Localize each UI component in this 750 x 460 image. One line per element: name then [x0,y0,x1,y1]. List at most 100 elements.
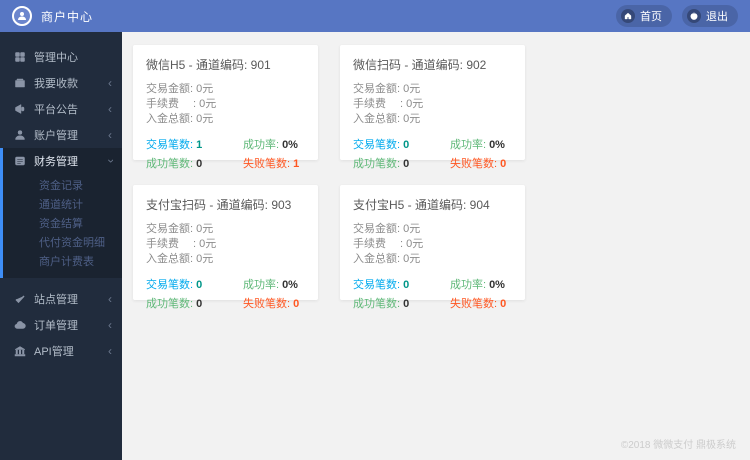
sidebar-item-collect[interactable]: 我要收款 [0,70,122,96]
submenu-item-billing-table[interactable]: 商户计费表 [3,253,122,272]
sidebar-item-sites[interactable]: 站点管理 [0,286,122,312]
success-count-stat: 成功笔数: 0 [353,155,450,171]
sidebar-item-management-center[interactable]: 管理中心 [0,44,122,70]
fee-row: 手续费 : 0元 [146,97,305,112]
channel-card-902: 微信扫码 - 通道编码: 902 交易金额: 0元 手续费 : 0元 入金总额:… [340,45,525,170]
trade-count-value: 1 [196,139,203,151]
copyright-text: ©2018 微微支付 鼎极系统 [620,440,736,451]
deposit-value: 0元 [196,113,214,125]
sidebar-item-label: 账户管理 [34,130,78,142]
home-label: 首页 [640,11,662,23]
sidebar-item-finance[interactable]: 财务管理 [3,148,122,174]
cloud-icon [14,319,26,331]
menu-separator [0,278,122,286]
chevron-down-icon [104,159,116,163]
amount-value: 0元 [403,223,421,235]
card-title: 支付宝扫码 - 通道编码: 903 [146,198,292,212]
success-rate-stat: 成功率: 0% [243,136,305,152]
fee-label: 手续费 : [353,238,407,250]
fee-label: 手续费 : [353,98,407,110]
trade-count-label: 交易笔数: [353,139,401,151]
chevron-left-icon [108,103,112,115]
success-count-stat: 成功笔数: 0 [146,155,243,171]
success-rate-value: 0% [282,279,298,291]
deposit-label: 入金总额: [146,253,197,265]
logout-label: 退出 [706,11,728,23]
success-rate-stat: 成功率: 0% [450,276,512,292]
deposit-label: 入金总额: [353,113,404,125]
card-title: 支付宝H5 - 通道编码: 904 [353,198,490,212]
submenu-item-channel-stats[interactable]: 通道统计 [3,196,122,215]
chevron-left-icon [108,77,112,89]
success-rate-label: 成功率: [243,139,280,151]
submenu-item-fund-records[interactable]: 资金记录 [3,177,122,196]
trade-count-stat: 交易笔数: 1 [146,136,243,152]
fail-count-stat: 失败笔数: 0 [243,295,305,311]
card-stats: 交易笔数: 1 成功率: 0% 成功笔数: 0 失败笔数: 1 [146,136,305,171]
fee-value: 0元 [199,98,217,110]
deposit-row: 入金总额: 0元 [353,252,512,267]
fail-count-value: 0 [500,158,507,170]
fail-count-value: 1 [293,158,300,170]
logout-button[interactable]: 退出 [682,5,738,27]
fee-row: 手续费 : 0元 [353,237,512,252]
amount-label: 交易金额: [353,223,404,235]
deposit-row: 入金总额: 0元 [146,252,305,267]
deposit-row: 入金总额: 0元 [146,112,305,127]
success-rate-label: 成功率: [450,279,487,291]
submenu-item-payout-details[interactable]: 代付资金明细 [3,234,122,253]
success-count-stat: 成功笔数: 0 [146,295,243,311]
collect-icon [14,77,26,89]
success-rate-label: 成功率: [450,139,487,151]
trade-count-value: 0 [196,279,203,291]
sidebar-item-label: 我要收款 [34,78,78,90]
sidebar-item-announcements[interactable]: 平台公告 [0,96,122,122]
success-count-label: 成功笔数: [353,298,401,310]
deposit-label: 入金总额: [146,113,197,125]
home-button[interactable]: 首页 [616,5,672,27]
bank-icon [14,345,26,357]
fail-count-label: 失败笔数: [243,298,291,310]
chevron-left-icon [108,319,112,331]
success-count-value: 0 [196,298,203,310]
sidebar-item-label: 财务管理 [34,156,78,168]
sidebar-item-api[interactable]: API管理 [0,338,122,364]
sidebar-item-label: 站点管理 [34,294,78,306]
trade-count-stat: 交易笔数: 0 [353,136,450,152]
amount-value: 0元 [403,83,421,95]
fail-count-stat: 失败笔数: 0 [450,295,512,311]
fail-count-stat: 失败笔数: 0 [450,155,512,171]
fee-row: 手续费 : 0元 [146,237,305,252]
finance-icon [14,155,26,167]
sidebar-item-orders[interactable]: 订单管理 [0,312,122,338]
fail-count-value: 0 [293,298,300,310]
amount-value: 0元 [196,223,214,235]
trade-count-value: 0 [403,279,410,291]
power-icon [687,9,701,23]
fail-count-stat: 失败笔数: 1 [243,155,305,171]
card-stats: 交易笔数: 0 成功率: 0% 成功笔数: 0 失败笔数: 0 [353,136,512,171]
submenu-item-fund-settlement[interactable]: 资金结算 [3,215,122,234]
success-rate-stat: 成功率: 0% [450,136,512,152]
fee-value: 0元 [406,98,424,110]
topbar-actions: 首页 退出 [616,5,738,27]
channel-card-901: 微信H5 - 通道编码: 901 交易金额: 0元 手续费 : 0元 入金总额:… [133,45,318,170]
app-title: 商户中心 [41,9,94,24]
sidebar-item-accounts[interactable]: 账户管理 [0,122,122,148]
amount-row: 交易金额: 0元 [146,82,305,97]
sidebar-item-label: API管理 [34,346,74,358]
account-icon [14,129,26,141]
sidebar-item-label: 平台公告 [34,104,78,116]
brand[interactable]: 商户中心 [12,6,93,26]
fee-value: 0元 [406,238,424,250]
sidebar-item-label: 订单管理 [34,320,78,332]
sidebar-item-label: 管理中心 [34,52,78,64]
card-title: 微信扫码 - 通道编码: 902 [353,58,487,72]
fee-value: 0元 [199,238,217,250]
fail-count-label: 失败笔数: [450,158,498,170]
success-count-label: 成功笔数: [146,158,194,170]
main-content: 微信H5 - 通道编码: 901 交易金额: 0元 手续费 : 0元 入金总额:… [122,32,750,460]
channel-card-904: 支付宝H5 - 通道编码: 904 交易金额: 0元 手续费 : 0元 入金总额… [340,185,525,310]
trade-count-stat: 交易笔数: 0 [146,276,243,292]
deposit-value: 0元 [403,113,421,125]
